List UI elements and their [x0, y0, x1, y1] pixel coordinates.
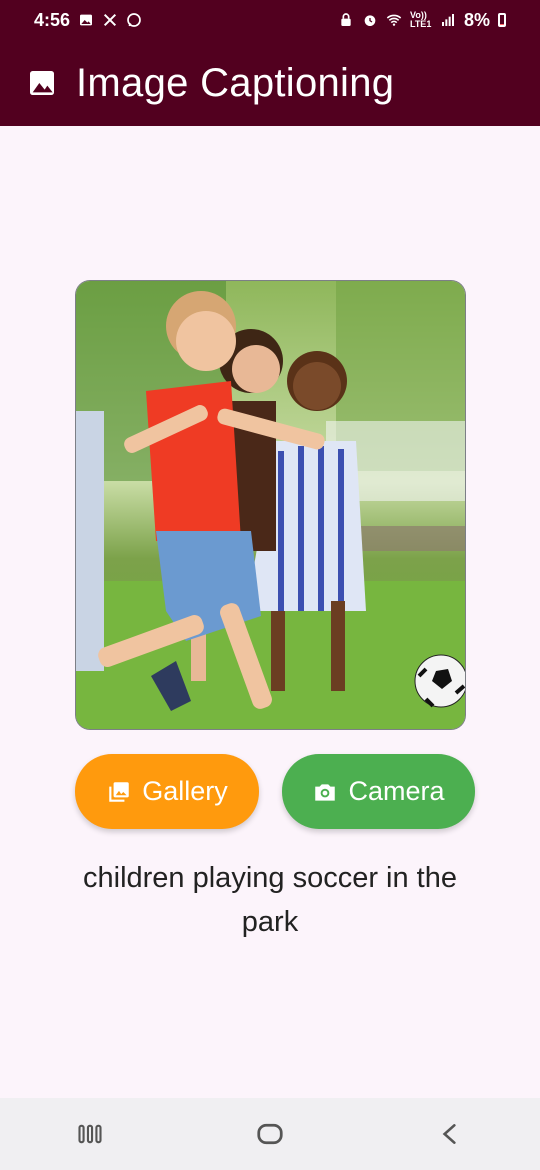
- recent-apps-icon: [78, 1124, 102, 1144]
- back-button[interactable]: [420, 1109, 480, 1159]
- status-right: Vo)) LTE1 8%: [338, 10, 506, 31]
- navigation-bar: [0, 1098, 540, 1170]
- home-button[interactable]: [240, 1109, 300, 1159]
- lock-icon: [338, 12, 354, 28]
- image-icon: [78, 12, 94, 28]
- camera-button[interactable]: Camera: [282, 754, 475, 829]
- back-icon: [442, 1124, 456, 1144]
- wifi-icon: [386, 12, 402, 28]
- x-icon: [102, 12, 118, 28]
- whatsapp-icon: [126, 12, 142, 28]
- home-icon: [257, 1123, 283, 1145]
- gallery-button-label: Gallery: [142, 776, 228, 806]
- app-title: Image Captioning: [76, 60, 395, 105]
- battery-icon: [498, 13, 506, 27]
- gallery-button[interactable]: Gallery: [75, 754, 259, 829]
- image-icon: [30, 71, 54, 95]
- photo-illustration: [76, 281, 465, 729]
- status-time: 4:56: [34, 9, 71, 30]
- signal-icon: [440, 12, 456, 28]
- generated-caption: children playing soccer in the park: [83, 862, 457, 938]
- alarm-icon: [362, 12, 378, 28]
- photo-library-icon: [109, 781, 129, 802]
- selected-image: [76, 281, 465, 729]
- app-bar: Image Captioning: [0, 40, 540, 126]
- status-left: 4:56: [34, 10, 142, 31]
- battery-text: 8%: [463, 9, 490, 30]
- recent-apps-button[interactable]: [60, 1109, 120, 1159]
- status-bar: 4:56 Vo)) LTE1 8%: [0, 0, 540, 40]
- lte-icon: Vo)) LTE1: [409, 10, 432, 29]
- camera-icon: [315, 783, 336, 801]
- camera-button-label: Camera: [348, 776, 445, 806]
